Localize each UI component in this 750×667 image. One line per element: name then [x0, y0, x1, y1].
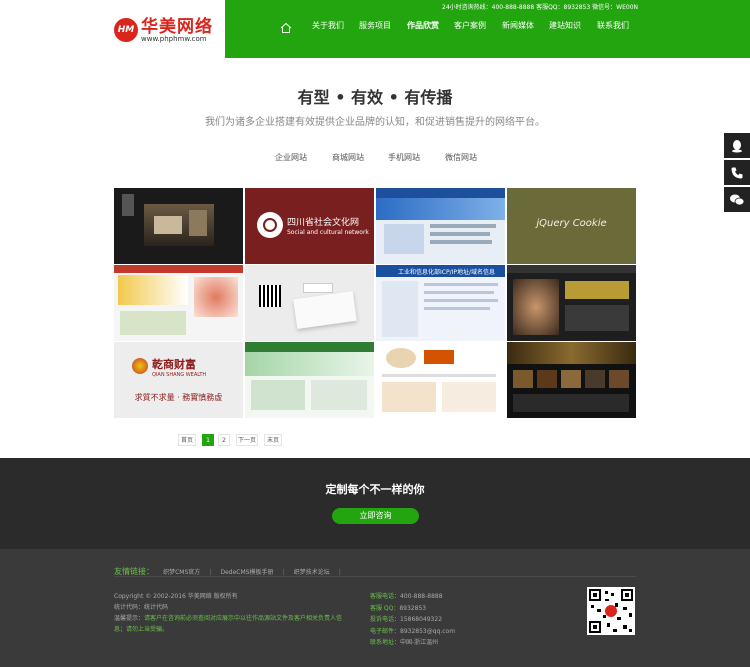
phone-icon[interactable] — [724, 160, 750, 185]
contact-row: 客服电话：400-888-8888 — [370, 591, 530, 603]
contact-row: 电子邮件：8932853@qq.com — [370, 626, 530, 638]
separator: | — [209, 569, 212, 576]
nav-item-knowledge[interactable]: 建站知识 — [549, 20, 581, 31]
section-slogan: 有型 • 有效 • 有传播 — [297, 88, 453, 107]
portfolio-item[interactable]: 工业和信息化部ICP/IP地址/域名信息 — [376, 265, 505, 341]
next-page-button[interactable]: 下一页 — [236, 434, 258, 446]
friend-link[interactable]: 织梦CMS官方 — [163, 567, 200, 576]
contact-value: 400-888-8888 — [400, 593, 443, 600]
portfolio-item[interactable]: 四川省社会文化网 Social and cultural network — [245, 188, 374, 264]
contact-label: 联系地址： — [370, 639, 401, 646]
portfolio-item[interactable] — [376, 342, 505, 418]
tab-mobile[interactable]: 手机网站 — [388, 152, 420, 163]
contact-value: 8932853 — [399, 604, 427, 612]
thumb-tagline: 求質不求量 · 務實慎務虛 — [134, 393, 223, 402]
logo-url: www.phphmw.com — [141, 35, 207, 43]
footer-contacts: 客服电话：400-888-8888 客服 QQ：8932853 投诉电话：158… — [370, 591, 530, 649]
page-2-button[interactable]: 2 — [218, 434, 230, 446]
logo[interactable]: HM 华美网络 www.phphmw.com — [0, 0, 225, 58]
contact-label: 客服 QQ： — [370, 604, 400, 612]
contact-row: 联系地址：中国-浙江温州 — [370, 637, 530, 649]
tab-enterprise[interactable]: 企业网站 — [275, 152, 307, 163]
friend-link[interactable]: 织梦技术论坛 — [294, 567, 330, 576]
hotline-text: 24小时咨询热线：400-888-8888 客服QQ：8932853 微信号：W… — [442, 4, 638, 11]
footer-divider — [114, 576, 636, 577]
stats-text: 统计代码：统计代码 — [114, 604, 169, 611]
contact-label: 电子邮件： — [370, 627, 401, 635]
thumb-title: jQuery Cookie — [536, 218, 607, 229]
thumb-subtitle: Social and cultural network — [287, 229, 369, 236]
nav-item-about[interactable]: 关于我们 — [312, 20, 344, 31]
contact-value: 15868049322 — [400, 616, 443, 623]
tab-mall[interactable]: 商城网站 — [332, 152, 364, 163]
cta-band: 定制每个不一样的你 立即咨询 — [0, 458, 750, 549]
side-toolbar — [724, 133, 750, 214]
consult-button[interactable]: 立即咨询 — [332, 508, 419, 524]
contact-value[interactable]: 8932853@qq.com — [400, 628, 455, 635]
logo-badge: HM — [114, 18, 138, 42]
nav-item-services[interactable]: 服务项目 — [359, 20, 391, 31]
nav-item-contact[interactable]: 联系我们 — [597, 20, 629, 31]
nav-bar: 24小时咨询热线：400-888-8888 客服QQ：8932853 微信号：W… — [225, 0, 750, 58]
contact-label: 客服电话： — [370, 593, 401, 600]
friend-links: 友情链接： 织梦CMS官方 | DedeCMS模板手册 | 织梦技术论坛 | — [114, 559, 341, 576]
nav-item-news[interactable]: 新闻媒体 — [502, 20, 534, 31]
footer-info: Copyright © 2002-2016 华美网络 版权所有 统计代码：统计代… — [114, 591, 344, 635]
site-header: HM 华美网络 www.phphmw.com 24小时咨询热线：400-888-… — [0, 0, 750, 58]
portfolio-item[interactable]: 乾商财富 QIAN SHANG WEALTH 求質不求量 · 務實慎務虛 — [114, 342, 243, 418]
page-1-button[interactable]: 1 — [202, 434, 214, 446]
portfolio-item[interactable] — [507, 342, 636, 418]
contact-label: 投诉电话： — [370, 616, 401, 623]
contact-value: 中国-浙江温州 — [400, 639, 439, 646]
tab-wechat[interactable]: 微信网站 — [445, 152, 477, 163]
cta-title: 定制每个不一样的你 — [325, 483, 425, 496]
portfolio-item[interactable] — [114, 188, 243, 264]
portfolio-item[interactable] — [507, 265, 636, 341]
home-icon[interactable] — [280, 22, 292, 34]
section-subtitle: 我们为诸多企业搭建有效提供企业品牌的认知，和促进销售提升的网络平台。 — [205, 117, 545, 128]
portfolio-item[interactable] — [245, 265, 374, 341]
thumb-subtitle: QIAN SHANG WEALTH — [152, 372, 207, 378]
site-footer: 友情链接： 织梦CMS官方 | DedeCMS模板手册 | 织梦技术论坛 | C… — [0, 549, 750, 667]
nav-item-cases[interactable]: 客户案例 — [454, 20, 486, 31]
separator: | — [282, 569, 285, 576]
last-page-button[interactable]: 末页 — [264, 434, 282, 446]
warning-label: 温馨提示： — [114, 615, 145, 622]
friend-link[interactable]: DedeCMS模板手册 — [221, 567, 274, 576]
warning-text: 温馨提示：请客户在咨询前必须查阅对应展示中以往作品源站文件及客户相关负责人信息；… — [114, 613, 344, 635]
qq-icon[interactable] — [724, 133, 750, 158]
portfolio-grid: 四川省社会文化网 Social and cultural network jQu… — [114, 188, 636, 418]
portfolio-item[interactable]: jQuery Cookie — [507, 188, 636, 264]
thumb-title: 乾商财富 — [152, 358, 196, 371]
thumb-title: 四川省社会文化网 — [287, 218, 360, 228]
portfolio-item[interactable] — [114, 265, 243, 341]
thumb-title: 工业和信息化部ICP/IP地址/域名信息 — [398, 269, 496, 276]
logo-name: 华美网络 — [141, 17, 213, 37]
first-page-button[interactable]: 首页 — [178, 434, 196, 446]
portfolio-item[interactable] — [376, 188, 505, 264]
copyright-text: Copyright © 2002-2016 华美网络 版权所有 — [114, 593, 238, 600]
qr-code-icon — [587, 587, 635, 635]
warning-body: 请客户在咨询前必须查阅对应展示中以往作品源站文件及客户相关负责人信息；请勿上当受… — [114, 615, 343, 633]
wechat-icon[interactable] — [724, 187, 750, 212]
contact-row: 客服 QQ：8932853 — [370, 603, 530, 615]
contact-row: 投诉电话：15868049322 — [370, 614, 530, 626]
separator: | — [338, 569, 341, 576]
portfolio-item[interactable] — [245, 342, 374, 418]
nav-item-works[interactable]: 作品欣赏 — [407, 20, 439, 31]
